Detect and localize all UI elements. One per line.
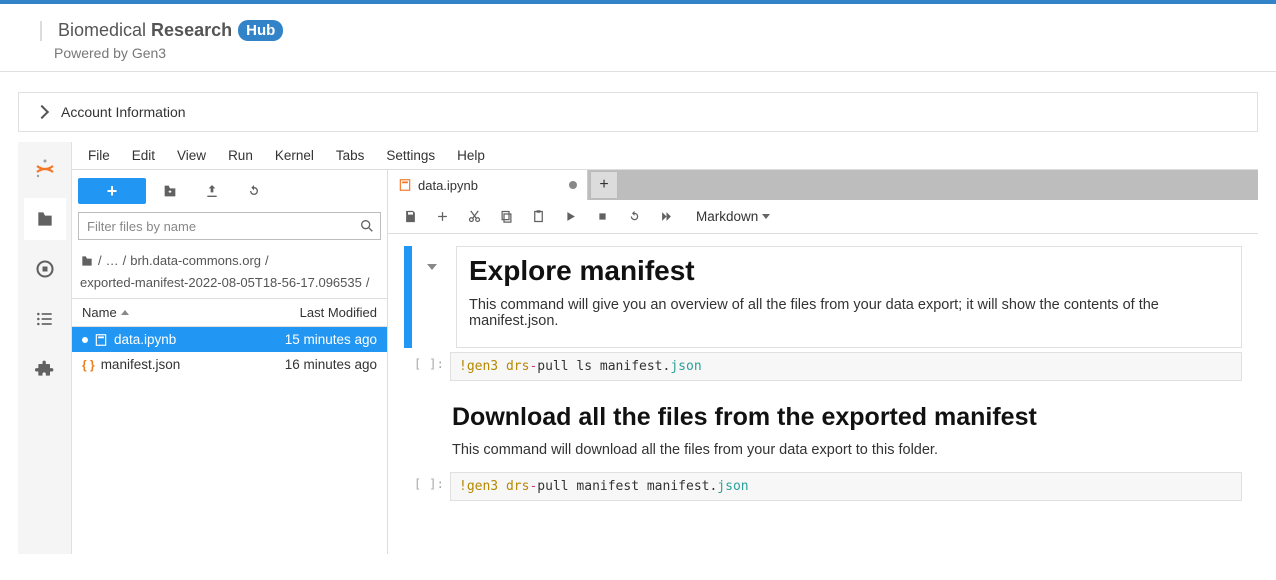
heading-explore: Explore manifest [469, 255, 1229, 287]
menu-bar: File Edit View Run Kernel Tabs Settings … [72, 142, 1258, 170]
chevron-right-icon [35, 105, 49, 119]
powered-by: Powered by Gen3 [54, 45, 1236, 61]
collapse-caret-icon[interactable] [427, 264, 437, 270]
copy-button[interactable] [492, 203, 520, 231]
new-launcher-button[interactable]: + [78, 178, 146, 204]
file-browser: + / … / brh.data-commons.org / exporte [72, 170, 388, 554]
file-row-manifest-json[interactable]: { } manifest.json 16 minutes ago [72, 352, 387, 377]
file-filter-input[interactable] [78, 212, 381, 240]
sort-by-name[interactable]: Name [82, 305, 129, 320]
refresh-button[interactable] [236, 178, 272, 204]
tab-data-ipynb[interactable]: data.ipynb [388, 170, 588, 200]
menu-help[interactable]: Help [447, 144, 495, 167]
site-badge: Hub [238, 20, 283, 41]
cell-prompt: [ ]: [404, 352, 450, 381]
tab-strip: data.ipynb + [388, 170, 1258, 200]
restart-button[interactable] [620, 203, 648, 231]
menu-settings[interactable]: Settings [376, 144, 445, 167]
markdown-cell[interactable]: Download all the files from the exported… [452, 385, 1242, 468]
save-button[interactable] [396, 203, 424, 231]
desc-explore: This command will give you an overview o… [469, 297, 1229, 329]
upload-button[interactable] [194, 178, 230, 204]
search-icon [359, 218, 375, 234]
run-button[interactable] [556, 203, 584, 231]
menu-edit[interactable]: Edit [122, 144, 165, 167]
site-header: Biomedical Research Hub Powered by Gen3 [0, 4, 1276, 72]
json-icon: { } [82, 358, 95, 372]
paste-button[interactable] [524, 203, 552, 231]
heading-download: Download all the files from the exported… [452, 403, 1242, 432]
activity-bar [18, 142, 72, 554]
cell-type-dropdown[interactable]: Markdown [696, 209, 770, 224]
file-name: data.ipynb [114, 332, 176, 347]
notebook-icon [398, 178, 412, 192]
run-all-button[interactable] [652, 203, 680, 231]
code-cell[interactable]: !gen3 drs-pull manifest manifest.json [450, 472, 1242, 501]
extensions-tab[interactable] [24, 348, 66, 390]
sort-caret-icon [121, 310, 129, 315]
tab-title: data.ipynb [418, 178, 478, 193]
account-label: Account Information [61, 104, 186, 120]
code-cell[interactable]: !gen3 drs-pull ls manifest.json [450, 352, 1242, 381]
menu-kernel[interactable]: Kernel [265, 144, 324, 167]
file-modified: 16 minutes ago [285, 357, 377, 372]
new-folder-button[interactable] [152, 178, 188, 204]
notebook-area: data.ipynb + Markdown [388, 170, 1258, 554]
toc-tab[interactable] [24, 298, 66, 340]
file-browser-tab[interactable] [24, 198, 66, 240]
breadcrumb[interactable]: / … / brh.data-commons.org / exported-ma… [72, 246, 387, 298]
notebook-body[interactable]: Explore manifest This command will give … [388, 234, 1258, 554]
insert-cell-button[interactable] [428, 203, 456, 231]
site-title: Biomedical Research [58, 20, 232, 41]
markdown-cell[interactable]: Explore manifest This command will give … [456, 246, 1242, 348]
sort-by-modified[interactable]: Last Modified [300, 305, 377, 320]
file-list-header: Name Last Modified [72, 298, 387, 327]
menu-tabs[interactable]: Tabs [326, 144, 375, 167]
new-tab-button[interactable]: + [590, 171, 618, 199]
desc-download: This command will download all the files… [452, 442, 1242, 458]
folder-icon [80, 254, 94, 268]
interrupt-button[interactable] [588, 203, 616, 231]
file-row-data-ipynb[interactable]: data.ipynb 15 minutes ago [72, 327, 387, 352]
cell-prompt: [ ]: [404, 472, 450, 501]
chevron-down-icon [762, 214, 770, 219]
logo-divider [40, 21, 42, 41]
notebook-icon [94, 333, 108, 347]
unsaved-dot-icon [569, 181, 577, 189]
cut-button[interactable] [460, 203, 488, 231]
jupyter-logo [24, 148, 66, 190]
account-information-toggle[interactable]: Account Information [18, 92, 1258, 132]
menu-run[interactable]: Run [218, 144, 263, 167]
menu-file[interactable]: File [78, 144, 120, 167]
running-dot-icon [82, 337, 88, 343]
file-modified: 15 minutes ago [285, 332, 377, 347]
menu-view[interactable]: View [167, 144, 216, 167]
file-name: manifest.json [101, 357, 181, 372]
running-tab[interactable] [24, 248, 66, 290]
notebook-toolbar: Markdown [388, 200, 1258, 234]
